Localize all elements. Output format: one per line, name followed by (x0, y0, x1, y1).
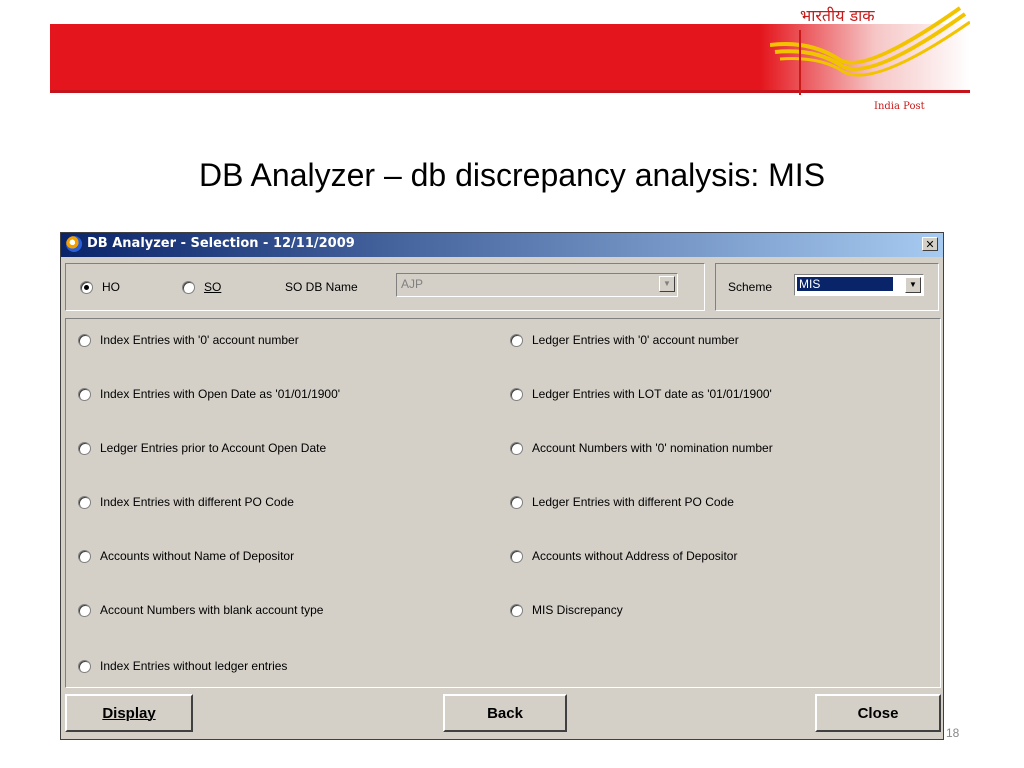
option-label: MIS Discrepancy (532, 603, 623, 617)
option-right-1[interactable]: Ledger Entries with '0' account number (510, 333, 739, 347)
so-db-name-value: AJP (401, 277, 424, 291)
option-label: Accounts without Name of Depositor (100, 549, 295, 563)
back-button[interactable]: Back (443, 694, 567, 732)
so-db-name-select: AJP ▼ (396, 273, 678, 297)
slide-number: 18 (946, 726, 960, 740)
option-radio[interactable] (510, 495, 523, 509)
db-analyzer-window: DB Analyzer - Selection - 12/11/2009 ✕ H… (60, 232, 944, 740)
option-radio[interactable] (510, 387, 523, 401)
option-label: Index Entries with different PO Code (100, 495, 294, 509)
option-left-2[interactable]: Index Entries with Open Date as '01/01/1… (78, 387, 340, 401)
option-left-7[interactable]: Index Entries without ledger entries (78, 659, 287, 673)
option-radio[interactable] (78, 659, 91, 673)
option-radio[interactable] (78, 549, 91, 563)
option-left-5[interactable]: Accounts without Name of Depositor (78, 549, 294, 563)
window-title: DB Analyzer - Selection - 12/11/2009 (87, 236, 355, 251)
option-label: Index Entries with Open Date as '01/01/1… (100, 387, 341, 401)
option-label: Ledger Entries with '0' account number (532, 333, 739, 347)
option-radio[interactable] (78, 333, 91, 347)
chevron-down-icon: ▼ (659, 276, 675, 292)
back-button-label: Back (487, 704, 523, 722)
ho-radio[interactable]: HO (80, 280, 120, 294)
option-left-1[interactable]: Index Entries with '0' account number (78, 333, 299, 347)
option-right-3[interactable]: Account Numbers with '0' nomination numb… (510, 441, 773, 455)
display-button-label: Display (102, 704, 156, 722)
option-radio[interactable] (510, 333, 523, 347)
close-button[interactable]: Close (815, 694, 941, 732)
logo-english-text: India Post (874, 101, 925, 112)
so-radio-label: SO (204, 280, 222, 294)
option-left-3[interactable]: Ledger Entries prior to Account Open Dat… (78, 441, 326, 455)
so-radio[interactable]: SO (182, 280, 221, 294)
option-right-4[interactable]: Ledger Entries with different PO Code (510, 495, 734, 509)
scheme-select[interactable]: MIS ▼ (794, 274, 924, 296)
close-icon[interactable]: ✕ (922, 237, 938, 251)
slide-title: DB Analyzer – db discrepancy analysis: M… (198, 157, 826, 193)
option-left-6[interactable]: Account Numbers with blank account type (78, 603, 323, 617)
option-right-2[interactable]: Ledger Entries with LOT date as '01/01/1… (510, 387, 772, 401)
window-titlebar[interactable]: DB Analyzer - Selection - 12/11/2009 ✕ (61, 233, 943, 257)
option-radio[interactable] (78, 441, 91, 455)
option-label: Ledger Entries with different PO Code (532, 495, 734, 509)
option-right-6[interactable]: MIS Discrepancy (510, 603, 623, 617)
option-label: Index Entries without ledger entries (100, 659, 288, 673)
chevron-down-icon[interactable]: ▼ (905, 277, 921, 293)
option-label: Accounts without Address of Depositor (532, 549, 738, 563)
option-radio[interactable] (510, 441, 523, 455)
option-label: Index Entries with '0' account number (100, 333, 299, 347)
scheme-group: Scheme MIS ▼ (715, 263, 939, 311)
scheme-value: MIS (796, 276, 894, 292)
ho-radio-label: HO (102, 280, 120, 294)
app-icon (66, 236, 82, 252)
header-banner (50, 24, 760, 90)
so-radio-button[interactable] (182, 280, 195, 294)
analysis-options-group: Index Entries with '0' account number In… (65, 318, 941, 688)
option-label: Account Numbers with blank account type (100, 603, 324, 617)
option-label: Account Numbers with '0' nomination numb… (532, 441, 773, 455)
option-radio[interactable] (78, 603, 91, 617)
option-radio[interactable] (78, 495, 91, 509)
ho-radio-button[interactable] (80, 280, 93, 294)
option-radio[interactable] (78, 387, 91, 401)
close-button-label: Close (857, 704, 899, 722)
so-db-name-label: SO DB Name (285, 280, 358, 294)
display-button[interactable]: Display (65, 694, 193, 732)
option-label: Ledger Entries with LOT date as '01/01/1… (532, 387, 772, 401)
option-label: Ledger Entries prior to Account Open Dat… (100, 441, 327, 455)
office-selection-group: HO SO SO DB Name AJP ▼ (65, 263, 705, 311)
option-radio[interactable] (510, 549, 523, 563)
option-radio[interactable] (510, 603, 523, 617)
logo-hindi-text: भारतीय डाक (800, 6, 875, 25)
option-left-4[interactable]: Index Entries with different PO Code (78, 495, 294, 509)
option-right-5[interactable]: Accounts without Address of Depositor (510, 549, 737, 563)
scheme-label: Scheme (728, 280, 773, 294)
